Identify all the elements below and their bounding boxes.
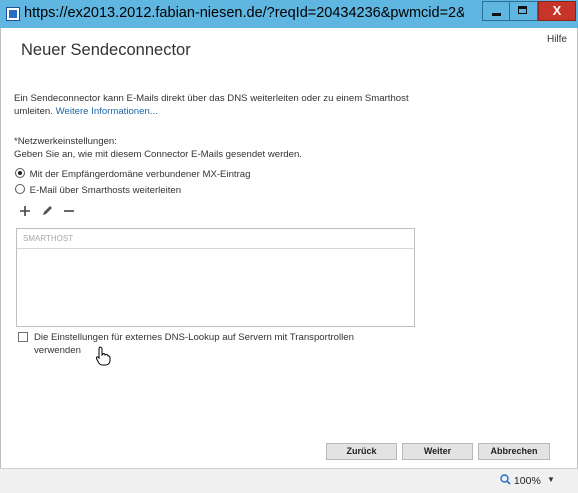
wizard-content: Neuer Sendeconnector Hilfe Ein Sendeconn… [0,28,578,468]
page-title: Neuer Sendeconnector [21,41,191,59]
radio-smarthost[interactable]: E-Mail über Smarthosts weiterleiten [15,184,181,196]
back-button[interactable]: Zurück [326,443,397,460]
radio-smarthost-label: E-Mail über Smarthosts weiterleiten [29,185,182,196]
radio-button-selected[interactable] [15,168,25,178]
hand-cursor-icon [95,346,111,366]
minimize-button[interactable] [482,1,510,21]
more-info-link[interactable]: Weitere Informationen... [56,106,158,117]
browser-app-icon [6,7,20,21]
zoom-level: 100% [513,475,541,487]
help-link[interactable]: Hilfe [547,34,567,45]
chevron-down-icon[interactable]: ▼ [547,475,555,484]
plus-icon[interactable] [18,204,32,218]
network-settings-description: Geben Sie an, wie mit diesem Connector E… [14,149,302,160]
column-header-smarthost[interactable]: SMARTHOST [17,229,414,249]
window-title-url: https://ex2013.2012.fabian-niesen.de/?re… [24,5,464,21]
dns-lookup-checkbox[interactable] [18,332,28,342]
smarthost-table[interactable]: SMARTHOST [16,228,415,327]
zoom-control[interactable]: 100% [500,474,541,487]
pencil-icon[interactable] [40,204,54,218]
dns-lookup-option[interactable]: Die Einstellungen für externes DNS-Looku… [18,331,378,357]
close-button[interactable]: X [538,1,576,21]
radio-mx-record[interactable]: Mit der Empfängerdomäne verbundener MX-E… [15,168,250,180]
radio-mx-record-label: Mit der Empfängerdomäne verbundener MX-E… [29,169,251,180]
status-bar: 100% ▼ [0,468,578,493]
close-icon: X [552,3,562,18]
minus-icon[interactable] [62,204,76,218]
intro-text: Ein Sendeconnector kann E-Mails direkt ü… [14,92,434,118]
next-button[interactable]: Weiter [402,443,473,460]
zoom-magnifier-icon [500,474,511,485]
cancel-button[interactable]: Abbrechen [478,443,550,460]
radio-button-unselected[interactable] [15,184,25,194]
browser-title-bar: https://ex2013.2012.fabian-niesen.de/?re… [0,0,578,28]
dns-lookup-label: Die Einstellungen für externes DNS-Looku… [34,332,354,356]
maximize-button[interactable] [510,1,538,21]
network-settings-label: *Netzwerkeinstellungen: [14,136,117,147]
